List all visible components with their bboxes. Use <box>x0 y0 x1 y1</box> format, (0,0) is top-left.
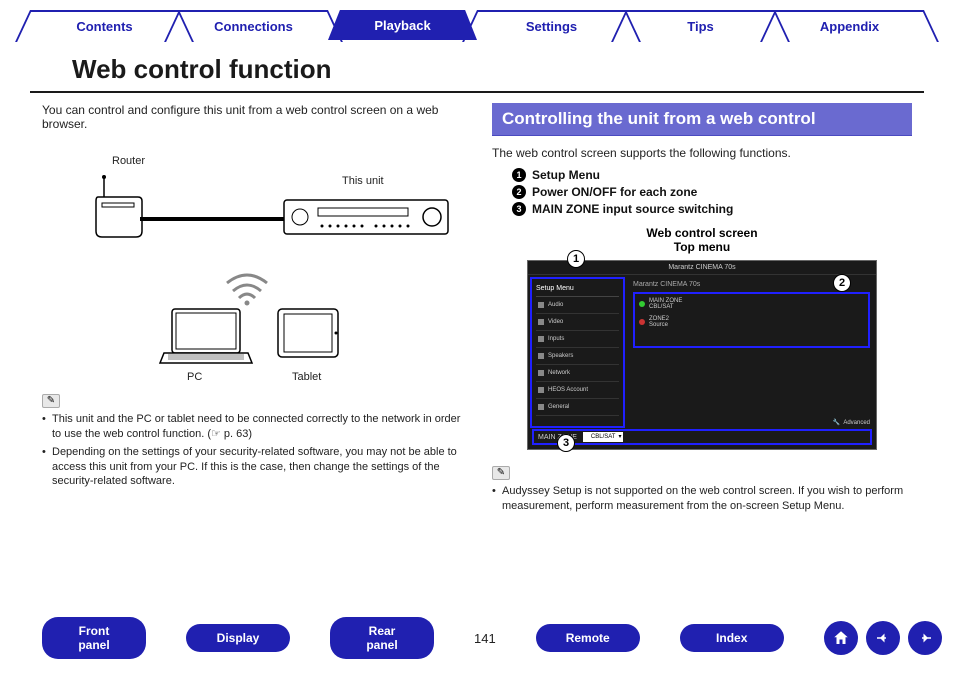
nav-icon-group <box>824 621 942 655</box>
power-on-icon <box>639 301 645 307</box>
tab-tips[interactable]: Tips <box>626 10 775 40</box>
section-heading: Controlling the unit from a web control <box>492 103 912 136</box>
remote-button[interactable]: Remote <box>536 624 640 652</box>
function-item: 1 Setup Menu <box>512 168 912 182</box>
sidebar-title: Setup Menu <box>536 283 619 297</box>
label-router: Router <box>112 155 145 167</box>
next-page-button[interactable] <box>908 621 942 655</box>
top-tabs: Contents Connections Playback Settings T… <box>0 0 954 40</box>
network-diagram: Router This unit PC Tablet <box>42 145 462 390</box>
display-button[interactable]: Display <box>186 624 290 652</box>
intro-text: You can control and configure this unit … <box>42 103 462 131</box>
label-tablet: Tablet <box>292 371 321 383</box>
wrench-icon: 🔧 <box>833 419 840 426</box>
home-button[interactable] <box>824 621 858 655</box>
right-notes: Audyssey Setup is not supported on the w… <box>492 484 912 514</box>
pencil-icon: ✎ <box>42 394 60 408</box>
prev-page-button[interactable] <box>866 621 900 655</box>
power-off-icon <box>639 319 645 325</box>
function-label: MAIN ZONE input source switching <box>532 202 733 216</box>
note-item: This unit and the PC or tablet need to b… <box>42 412 462 442</box>
right-column: Controlling the unit from a web control … <box>492 103 912 517</box>
menu-item: Video <box>536 314 619 331</box>
function-list: 1 Setup Menu 2 Power ON/OFF for each zon… <box>512 168 912 216</box>
index-button[interactable]: Index <box>680 624 784 652</box>
arrow-right-icon <box>916 629 934 647</box>
tab-settings[interactable]: Settings <box>477 10 626 40</box>
left-notes: This unit and the PC or tablet need to b… <box>42 412 462 489</box>
advanced-link: 🔧 Advanced <box>833 419 870 426</box>
screen-main: Marantz CINEMA 70s MAIN ZONE CBL/SAT <box>627 275 876 430</box>
menu-item: Network <box>536 365 619 382</box>
function-item: 2 Power ON/OFF for each zone <box>512 185 912 199</box>
home-icon <box>832 629 850 647</box>
cable-line <box>140 209 290 229</box>
menu-item: Audio <box>536 297 619 314</box>
tablet-icon <box>274 305 344 363</box>
callout-1: 1 <box>567 250 585 268</box>
zone-row: ZONE2 Source <box>639 316 864 328</box>
left-column: You can control and configure this unit … <box>42 103 462 517</box>
menu-item: Speakers <box>536 348 619 365</box>
zone-row: MAIN ZONE CBL/SAT <box>639 298 864 310</box>
callout-3: 3 <box>557 434 575 452</box>
source-select: CBL/SAT <box>583 432 624 442</box>
bottom-nav: Front panel Display Rear panel 141 Remot… <box>0 617 954 659</box>
function-item: 3 MAIN ZONE input source switching <box>512 202 912 216</box>
screen-sidebar: Setup Menu Audio Video Inputs Speakers N… <box>530 277 625 428</box>
menu-item: Inputs <box>536 331 619 348</box>
wifi-icon <box>222 271 272 307</box>
callout-2: 2 <box>833 274 851 292</box>
receiver-icon <box>282 190 452 240</box>
pencil-icon: ✎ <box>492 466 510 480</box>
front-panel-button[interactable]: Front panel <box>42 617 146 659</box>
function-label: Power ON/OFF for each zone <box>532 185 697 199</box>
function-label: Setup Menu <box>532 168 600 182</box>
label-unit: This unit <box>342 175 384 187</box>
menu-item: General <box>536 399 619 416</box>
zone-box: MAIN ZONE CBL/SAT ZONE2 Source <box>633 292 870 348</box>
menu-item: HEOS Account <box>536 382 619 399</box>
number-badge: 3 <box>512 202 526 216</box>
laptop-icon <box>158 305 254 369</box>
page-title: Web control function <box>30 40 924 93</box>
rear-panel-button[interactable]: Rear panel <box>330 617 434 659</box>
tab-contents[interactable]: Contents <box>30 10 179 40</box>
web-control-screenshot: 1 2 3 Marantz CINEMA 70s Setup Menu Audi… <box>527 260 877 450</box>
screen-title: Web control screen Top menu <box>492 226 912 254</box>
number-badge: 2 <box>512 185 526 199</box>
tab-connections[interactable]: Connections <box>179 10 328 40</box>
section-intro: The web control screen supports the foll… <box>492 146 912 160</box>
router-icon <box>92 173 152 243</box>
tab-playback[interactable]: Playback <box>328 10 477 40</box>
tab-appendix[interactable]: Appendix <box>775 10 924 40</box>
screen-footer: MAIN ZONE CBL/SAT <box>532 429 872 445</box>
label-pc: PC <box>187 371 202 383</box>
note-item: Audyssey Setup is not supported on the w… <box>492 484 912 514</box>
note-item: Depending on the settings of your securi… <box>42 445 462 490</box>
page-number: 141 <box>474 631 496 646</box>
arrow-left-icon <box>874 629 892 647</box>
number-badge: 1 <box>512 168 526 182</box>
